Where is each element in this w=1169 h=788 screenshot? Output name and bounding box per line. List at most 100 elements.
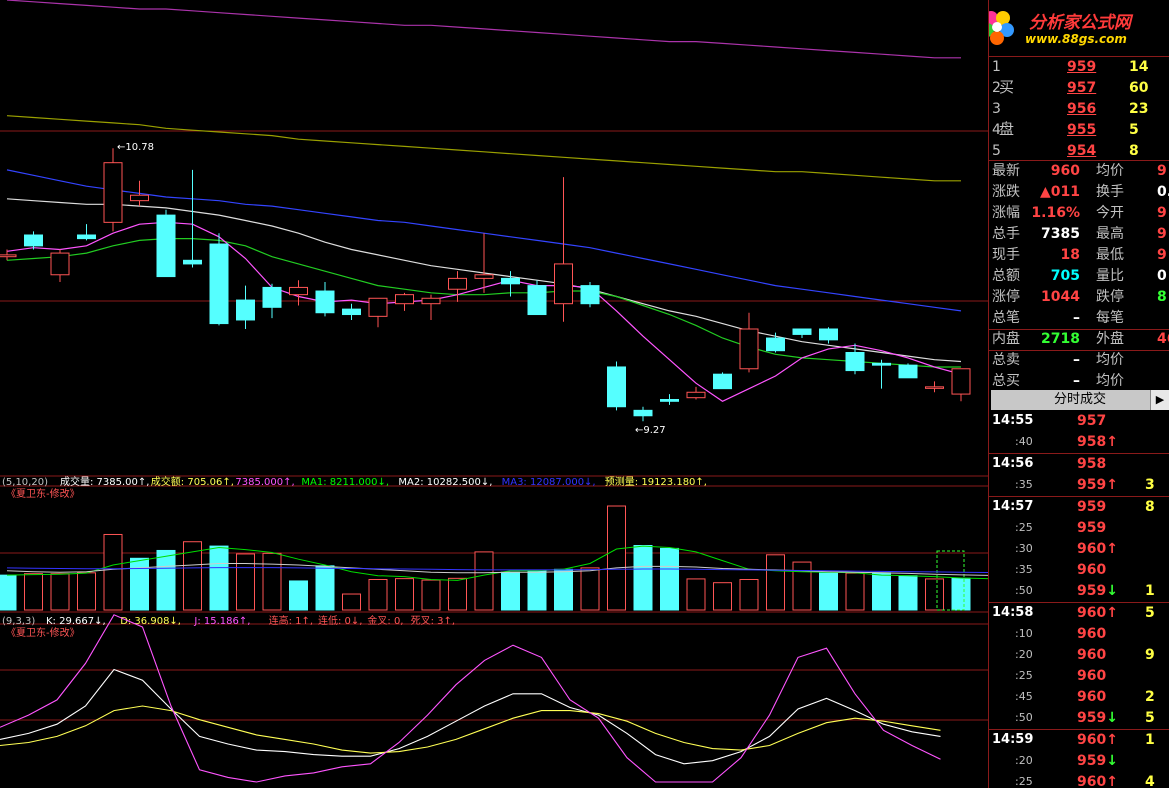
quote-label-2: 今开 bbox=[1096, 205, 1124, 221]
tick-time: 14:56 bbox=[992, 456, 1034, 471]
tick-price: 959↓ bbox=[1077, 583, 1118, 599]
quote-value-2: 9 bbox=[1157, 205, 1167, 221]
quote-row: 总笔 – 每笔 bbox=[989, 308, 1169, 329]
candle-body bbox=[0, 254, 17, 258]
candle-body bbox=[819, 328, 838, 341]
volume-bar bbox=[0, 574, 17, 611]
brand-url: www.88gs.com bbox=[1025, 32, 1127, 46]
volume-bar bbox=[24, 573, 43, 611]
tick-second: :25 bbox=[1015, 521, 1033, 534]
quote-label: 内盘 bbox=[992, 331, 1020, 347]
volume-bar bbox=[77, 572, 96, 611]
candle-body bbox=[262, 286, 282, 308]
candle-body bbox=[872, 362, 891, 366]
volume-label-5: MA3: 12087.000↓, bbox=[502, 477, 596, 488]
candle-body bbox=[607, 366, 626, 408]
tick-row: :20 960 9 bbox=[989, 645, 1169, 665]
quote-value-2: 0 bbox=[1157, 268, 1167, 284]
candle-body bbox=[554, 263, 573, 305]
tick-row: :50 959↓ 1 bbox=[989, 581, 1169, 601]
kdj-label-4: 连低: 0↓, bbox=[318, 614, 362, 627]
volume-bar bbox=[236, 553, 255, 611]
tick-second: :25 bbox=[1015, 669, 1033, 682]
tick-row: :40 958↑ bbox=[989, 432, 1169, 452]
bid-level: 1 bbox=[992, 59, 1001, 75]
tick-time: 14:59 bbox=[992, 732, 1034, 747]
down-arrow-icon: ↓ bbox=[1106, 583, 1118, 599]
quote-label-2: 每笔 bbox=[1096, 310, 1124, 326]
tick-row: :30 960↑ bbox=[989, 539, 1169, 559]
tick-price: 960 bbox=[1077, 562, 1107, 578]
volume-ma-lines bbox=[6, 545, 988, 581]
candle-body bbox=[845, 352, 865, 372]
play-arrow-icon[interactable]: ▶ bbox=[1150, 390, 1169, 410]
volume-label-6: 预测量: 19123.180↑, bbox=[605, 475, 707, 488]
candle-body bbox=[633, 409, 653, 417]
tick-second: :45 bbox=[1015, 690, 1033, 703]
brand-name: 分析家公式网 bbox=[1029, 13, 1131, 33]
volume-bar bbox=[792, 561, 812, 611]
candle-body bbox=[395, 294, 414, 305]
volume-bar bbox=[713, 582, 732, 611]
quote-label: 涨停 bbox=[992, 289, 1020, 305]
volume-bar bbox=[739, 579, 759, 611]
kline-chart-area[interactable]: ←10.78 ←9.27 (5,10,20) 成交量: 7385.00↑, 成交额: … bbox=[0, 0, 988, 788]
quote-value: 18 bbox=[1060, 247, 1080, 263]
flower-logo-icon bbox=[989, 11, 1014, 45]
ticks-title-bar[interactable]: 分时成交 ▶ bbox=[991, 390, 1169, 410]
up-arrow-icon: ↑ bbox=[1106, 605, 1118, 621]
tick-row: :45 960 2 bbox=[989, 687, 1169, 707]
quote-row: 内盘 2718 外盘 46 bbox=[989, 329, 1169, 350]
volume-params: (5,10,20) bbox=[2, 477, 48, 488]
tick-price: 957 bbox=[1077, 413, 1107, 429]
candle-body bbox=[236, 299, 255, 321]
tick-volume: 2 bbox=[1145, 689, 1155, 705]
tick-volume: 8 bbox=[1145, 499, 1155, 515]
tick-second: :25 bbox=[1015, 775, 1033, 788]
candle-body bbox=[580, 285, 600, 305]
bid-row: 2 957 60 bbox=[989, 78, 1169, 99]
quote-label: 总笔 bbox=[992, 310, 1020, 326]
volume-bar bbox=[872, 572, 891, 611]
bid-volume: 14 bbox=[1129, 59, 1149, 75]
tick-price: 958↑ bbox=[1077, 434, 1118, 450]
bid-price: 959 bbox=[1067, 59, 1097, 75]
tick-row: 14:57 959 8 bbox=[989, 497, 1169, 517]
kdj-label-3: 连高: 1↑, bbox=[269, 614, 313, 627]
tick-second: :20 bbox=[1015, 648, 1033, 661]
quote-value: – bbox=[1073, 352, 1080, 368]
tick-volume: 5 bbox=[1145, 605, 1155, 621]
bid-volume: 60 bbox=[1129, 80, 1149, 96]
quote-row: 涨跌 ▲011 换手 0.5 bbox=[989, 182, 1169, 203]
tick-price: 960 bbox=[1077, 668, 1107, 684]
candle-body bbox=[660, 399, 679, 402]
up-arrow-icon: ↑ bbox=[1106, 434, 1118, 450]
volume-bar bbox=[660, 547, 679, 611]
brand-logo: 分析家公式网 www.88gs.com bbox=[989, 0, 1169, 56]
candle-body bbox=[156, 214, 176, 278]
high-label: ←10.78 bbox=[117, 142, 154, 153]
quote-label-2: 外盘 bbox=[1096, 331, 1124, 347]
tick-second: :50 bbox=[1015, 711, 1033, 724]
candle-body bbox=[315, 290, 335, 314]
tick-price: 958 bbox=[1077, 456, 1107, 472]
bid-level: 3 bbox=[992, 101, 1001, 117]
volume-bar bbox=[527, 569, 547, 611]
volume-bar bbox=[421, 579, 441, 611]
candle-body bbox=[342, 308, 361, 316]
candle-body bbox=[209, 243, 229, 325]
bid-price: 956 bbox=[1067, 101, 1097, 117]
quote-label-2: 均价 bbox=[1096, 352, 1124, 368]
tick-price: 959 bbox=[1077, 499, 1107, 515]
candle-body bbox=[77, 234, 96, 240]
kdj-label-2: J: 15.186↑, bbox=[193, 616, 250, 627]
quote-value: 1044 bbox=[1041, 289, 1080, 305]
candle-body bbox=[448, 277, 467, 290]
bid-row: 1 959 14 bbox=[989, 57, 1169, 78]
volume-bar bbox=[289, 580, 308, 611]
quote-value-2: 9 bbox=[1157, 226, 1167, 242]
volume-bar bbox=[580, 567, 600, 611]
tick-row: :10 960 bbox=[989, 624, 1169, 644]
volume-label-4: MA2: 10282.500↓, bbox=[398, 477, 492, 488]
quote-row: 涨幅 1.16% 今开 9 bbox=[989, 203, 1169, 224]
